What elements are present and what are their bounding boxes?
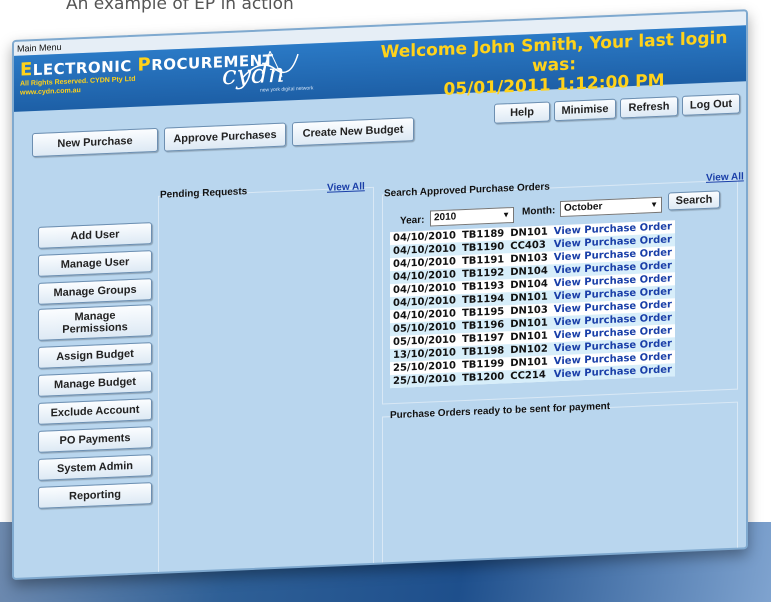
sidebar-item-manage-permissions[interactable]: Manage Permissions [38,304,152,341]
sidebar-item-manage-groups[interactable]: Manage Groups [38,278,152,305]
account-code: DN103 [510,252,548,265]
account-code: DN102 [507,342,551,358]
sidebar-item-add-user[interactable]: Add User [38,222,152,249]
tab-approve-purchases[interactable]: Approve Purchases [164,122,286,152]
order-number: TB1200 [458,370,508,386]
account-code: DN101 [510,356,548,369]
order-number: TB1199 [461,357,505,371]
order-number: TB1198 [458,344,508,360]
sidebar-item-exclude-account[interactable]: Exclude Account [38,398,152,425]
sidebar-item-po-payments[interactable]: PO Payments [38,426,152,453]
account-code: DN103 [510,304,548,317]
brand-tagline: new york digital network [260,85,314,94]
order-number: TB1189 [461,227,505,241]
account-code: DN101 [507,290,551,306]
account-code: DN101 [510,226,548,239]
account-code: DN104 [510,278,548,291]
dropdown-arrow-icon: ▼ [502,210,510,220]
welcome-message: Welcome John Smith, Your last login was:… [368,27,740,103]
app-window: Main Menu ELECTRONIC PROCUREMENT All Rig… [12,9,748,580]
approved-orders-table: 04/10/2010 TB1189 DN101 View Purchase Order… [390,220,675,389]
sidebar-item-manage-budget[interactable]: Manage Budget [38,370,152,397]
logo-first-letter: E [20,59,33,81]
tab-create-new-budget[interactable]: Create New Budget [292,117,414,147]
ready-for-payment-panel [382,401,738,567]
order-number: TB1195 [461,305,505,319]
year-value: 2010 [434,211,457,224]
account-code: CC403 [507,238,551,254]
search-view-all-link[interactable]: View All [706,171,744,184]
dropdown-arrow-icon: ▼ [650,199,658,210]
sidebar-item-manage-user[interactable]: Manage User [38,250,152,277]
pending-requests-panel [158,186,374,576]
logout-button[interactable]: Log Out [682,93,740,116]
pending-view-all-link[interactable]: View All [327,181,365,194]
tab-new-purchase[interactable]: New Purchase [32,127,158,158]
sidebar-item-system-admin[interactable]: System Admin [38,454,152,481]
order-number: TB1193 [461,279,505,293]
month-label: Month: [522,205,556,218]
sidebar-item-assign-budget[interactable]: Assign Budget [38,342,152,369]
order-number: TB1192 [458,266,508,282]
account-code: DN104 [507,264,551,280]
account-code: DN101 [510,330,548,343]
account-code: CC214 [507,368,551,384]
logo-subtitle: All Rights Reserved. CYDN Pty Ltd www.cy… [20,75,136,98]
refresh-button[interactable]: Refresh [620,96,678,119]
help-button[interactable]: Help [494,101,550,124]
order-number: TB1191 [461,253,505,267]
order-number: TB1190 [458,240,508,256]
caption: An example of EP in action [66,0,294,14]
year-label: Year: [400,214,425,227]
sidebar-item-reporting[interactable]: Reporting [38,482,152,509]
order-number: TB1196 [458,318,508,334]
logo-second-letter: P [137,54,152,76]
search-button[interactable]: Search [668,190,720,211]
minimise-button[interactable]: Minimise [554,98,616,122]
account-code: DN101 [507,316,551,332]
order-number: TB1194 [458,292,508,308]
order-number: TB1197 [461,331,505,345]
month-value: October [564,201,603,214]
